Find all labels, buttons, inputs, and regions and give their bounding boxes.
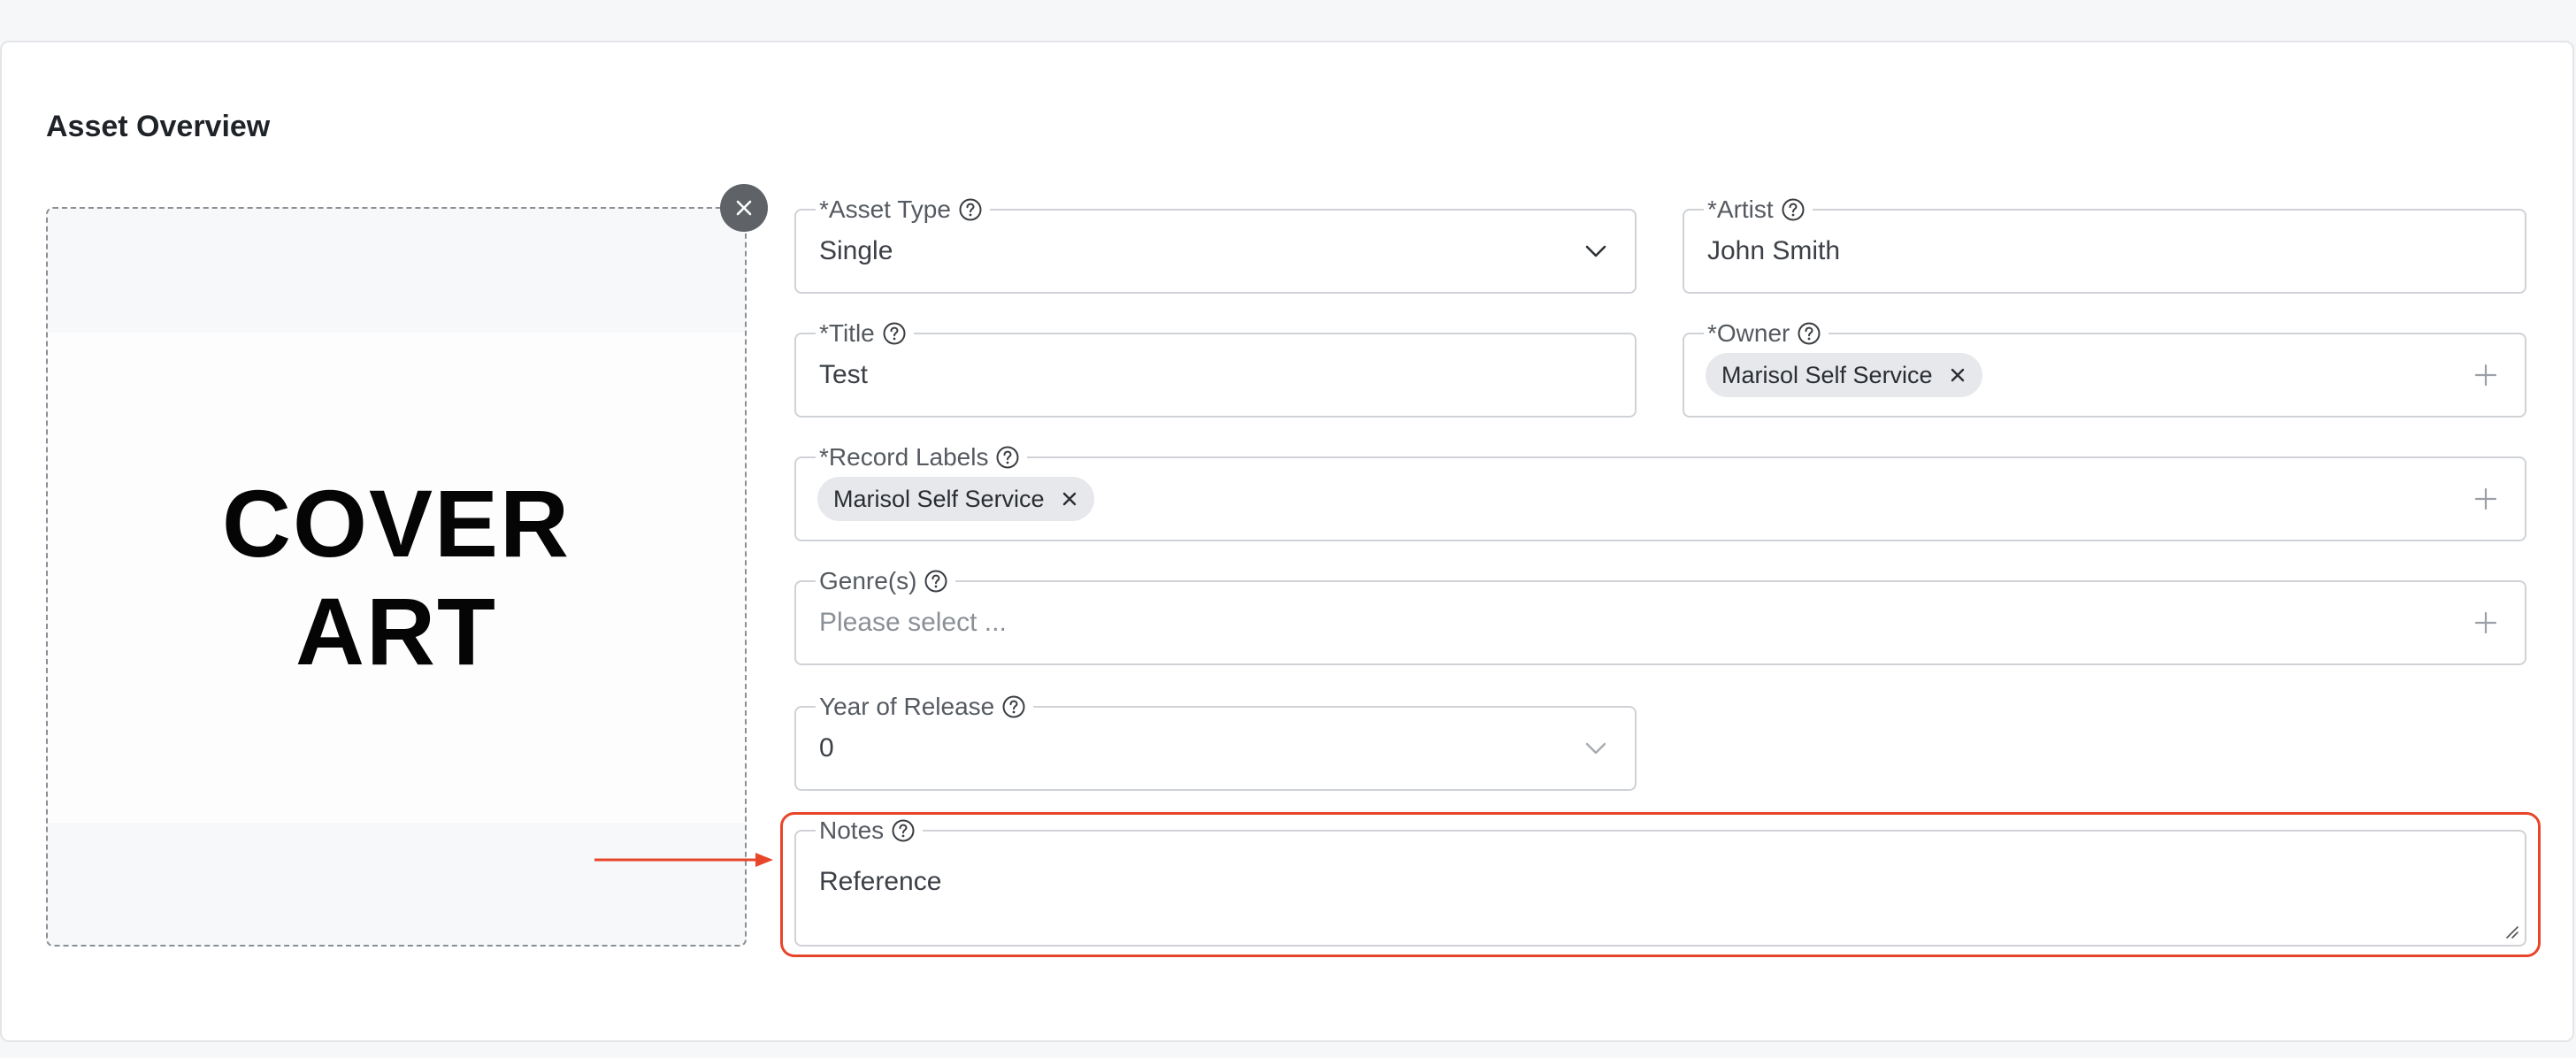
asset-type-value: Single xyxy=(819,236,893,265)
section-title: Asset Overview xyxy=(46,110,271,143)
year-of-release-value: 0 xyxy=(819,733,834,763)
resize-handle-icon[interactable] xyxy=(2503,924,2519,939)
notes-value: Reference xyxy=(819,867,942,896)
record-label-tag: Marisol Self Service xyxy=(817,477,1094,521)
genres-placeholder: Please select ... xyxy=(819,608,1007,637)
close-icon xyxy=(736,200,752,216)
title-value: Test xyxy=(819,360,869,389)
tag-remove-icon[interactable] xyxy=(1061,490,1078,508)
asset-type-select[interactable]: *Asset Type Single xyxy=(794,196,1637,294)
plus-icon[interactable] xyxy=(2473,610,2498,635)
cover-art-dropzone[interactable]: COVER ART xyxy=(46,207,747,947)
help-icon[interactable] xyxy=(995,445,1020,470)
chevron-down-icon[interactable] xyxy=(1583,740,1608,756)
owner-label: *Owner xyxy=(1707,319,1790,347)
record-label-tag-label: Marisol Self Service xyxy=(833,485,1045,512)
record-labels-field[interactable]: *Record Labels Marisol Self Service xyxy=(794,444,2526,541)
year-of-release-label: Year of Release xyxy=(819,693,995,720)
notes-textarea[interactable]: Notes Reference xyxy=(794,817,2526,947)
record-labels-label: *Record Labels xyxy=(819,443,989,471)
artist-value: John Smith xyxy=(1707,236,1841,265)
help-icon[interactable] xyxy=(891,818,916,843)
remove-cover-button[interactable] xyxy=(720,184,768,232)
year-of-release-select[interactable]: Year of Release 0 xyxy=(794,694,1637,791)
cover-art-image: COVER ART xyxy=(48,333,745,823)
plus-icon[interactable] xyxy=(2473,487,2498,511)
cover-art-line-1: COVER xyxy=(221,470,571,577)
help-icon[interactable] xyxy=(1001,694,1026,719)
cover-art-line-2: ART xyxy=(295,578,497,685)
owner-tag-label: Marisol Self Service xyxy=(1721,361,1933,388)
tag-remove-icon[interactable] xyxy=(1949,366,1966,384)
owner-tag: Marisol Self Service xyxy=(1706,353,1982,397)
arrow-right-icon xyxy=(594,853,773,867)
help-icon[interactable] xyxy=(958,197,983,222)
help-icon[interactable] xyxy=(882,321,907,346)
artist-field[interactable]: *Artist John Smith xyxy=(1683,196,2526,294)
owner-field[interactable]: *Owner Marisol Self Service xyxy=(1683,320,2526,418)
notes-label: Notes xyxy=(819,816,885,844)
genres-field[interactable]: Genre(s) Please select ... xyxy=(794,568,2526,665)
title-field[interactable]: *Title Test xyxy=(794,320,1637,418)
help-icon[interactable] xyxy=(1797,321,1821,346)
plus-icon[interactable] xyxy=(2473,363,2498,387)
chevron-down-icon[interactable] xyxy=(1583,243,1608,259)
